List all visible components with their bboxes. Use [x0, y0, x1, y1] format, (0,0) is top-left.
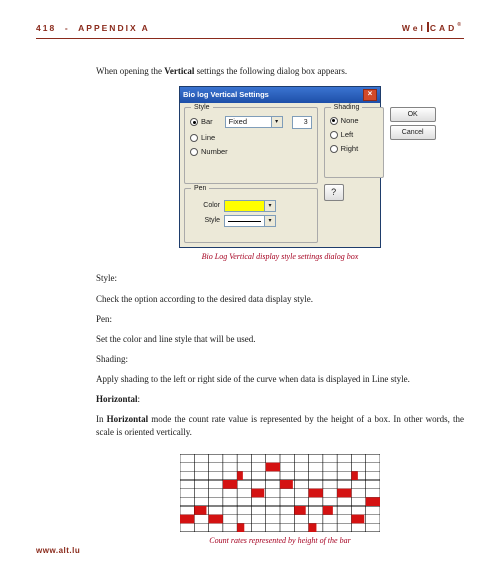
dialog-titlebar: Bio log Vertical Settings × [180, 87, 380, 103]
radio-line[interactable]: Line [190, 133, 312, 143]
figure-caption-2: Count rates represented by height of the… [96, 536, 464, 547]
radio-number[interactable]: Number [190, 147, 312, 157]
radio-icon [190, 148, 198, 156]
chevron-down-icon: ▾ [264, 216, 275, 226]
content-column: When opening the Vertical settings the f… [96, 65, 464, 546]
radio-bar[interactable]: Bar Fixed ▾ 3 [190, 116, 312, 129]
cancel-button[interactable]: Cancel [390, 125, 436, 140]
footer-url: www.alt.lu [36, 546, 80, 557]
dialog-vertical-settings: Bio log Vertical Settings × Style Bar Fi… [179, 86, 381, 248]
radio-icon [190, 118, 198, 126]
select-fixed-value: Fixed [229, 117, 247, 127]
figure-caption-1: Bio Log Vertical display style settings … [96, 252, 464, 263]
figure-chart-wrap [96, 454, 464, 532]
radio-icon [330, 117, 338, 125]
reg-mark: ® [457, 22, 464, 28]
radio-shading-right-label: Right [341, 144, 359, 154]
radio-shading-left[interactable]: Left [330, 130, 378, 140]
horizontal-head-bold: Horizontal [96, 394, 138, 404]
logo-right: CAD [430, 23, 457, 33]
count-rate-bar-chart [180, 454, 380, 532]
group-shading: Shading None Left Right [324, 107, 384, 178]
help-button[interactable]: ? [324, 184, 344, 201]
shade-text: Apply shading to the left or right side … [96, 373, 464, 385]
close-button[interactable]: × [363, 89, 377, 101]
group-shading-legend: Shading [331, 103, 363, 112]
paragraph-intro: When opening the Vertical settings the f… [96, 65, 464, 77]
style-head: Style: [96, 272, 464, 284]
word-vertical: Vertical [164, 66, 194, 76]
radio-bar-label: Bar [201, 117, 213, 127]
radio-icon [330, 131, 338, 139]
pen-style-select[interactable]: ▾ [224, 215, 276, 227]
group-pen: Pen Color ▾ Style ▾ [184, 188, 318, 243]
section-name: APPENDIX A [78, 23, 150, 33]
horizontal-head: Horizontal: [96, 393, 464, 405]
page-number: 418 [36, 23, 56, 33]
radio-number-label: Number [201, 147, 228, 157]
header-rule [36, 38, 464, 39]
header: 418 - APPENDIX A Wel CAD® [36, 22, 464, 34]
radio-line-label: Line [201, 133, 215, 143]
pen-text: Set the color and line style that will b… [96, 333, 464, 345]
horizontal-text: In Horizontal mode the count rate value … [96, 413, 464, 437]
radio-shading-none-label: None [341, 116, 359, 126]
pen-style-label: Style [190, 216, 220, 225]
logo-left: Wel [402, 23, 426, 33]
radio-shading-left-label: Left [341, 130, 354, 140]
group-style: Style Bar Fixed ▾ 3 [184, 107, 318, 184]
radio-icon [330, 145, 338, 153]
horizontal-head-colon: : [138, 394, 141, 404]
radio-shading-right[interactable]: Right [330, 144, 378, 154]
dialog-title: Bio log Vertical Settings [183, 90, 269, 100]
pen-color-select[interactable]: ▾ [224, 200, 276, 212]
pen-head: Pen: [96, 313, 464, 325]
radio-icon [190, 134, 198, 142]
chevron-down-icon: ▾ [271, 117, 282, 127]
chevron-down-icon: ▾ [264, 201, 275, 211]
group-style-legend: Style [191, 103, 213, 112]
logo: Wel CAD® [402, 22, 464, 34]
fixed-value-input[interactable]: 3 [292, 116, 312, 129]
style-text: Check the option according to the desire… [96, 293, 464, 305]
group-pen-legend: Pen [191, 184, 209, 193]
radio-shading-none[interactable]: None [330, 116, 378, 126]
shade-head: Shading: [96, 353, 464, 365]
ok-button[interactable]: OK [390, 107, 436, 122]
logo-separator-icon [427, 22, 429, 32]
word-horizontal: Horizontal [107, 414, 149, 424]
select-fixed[interactable]: Fixed ▾ [225, 116, 283, 128]
pen-color-label: Color [190, 201, 220, 210]
header-left: 418 - APPENDIX A [36, 23, 150, 34]
